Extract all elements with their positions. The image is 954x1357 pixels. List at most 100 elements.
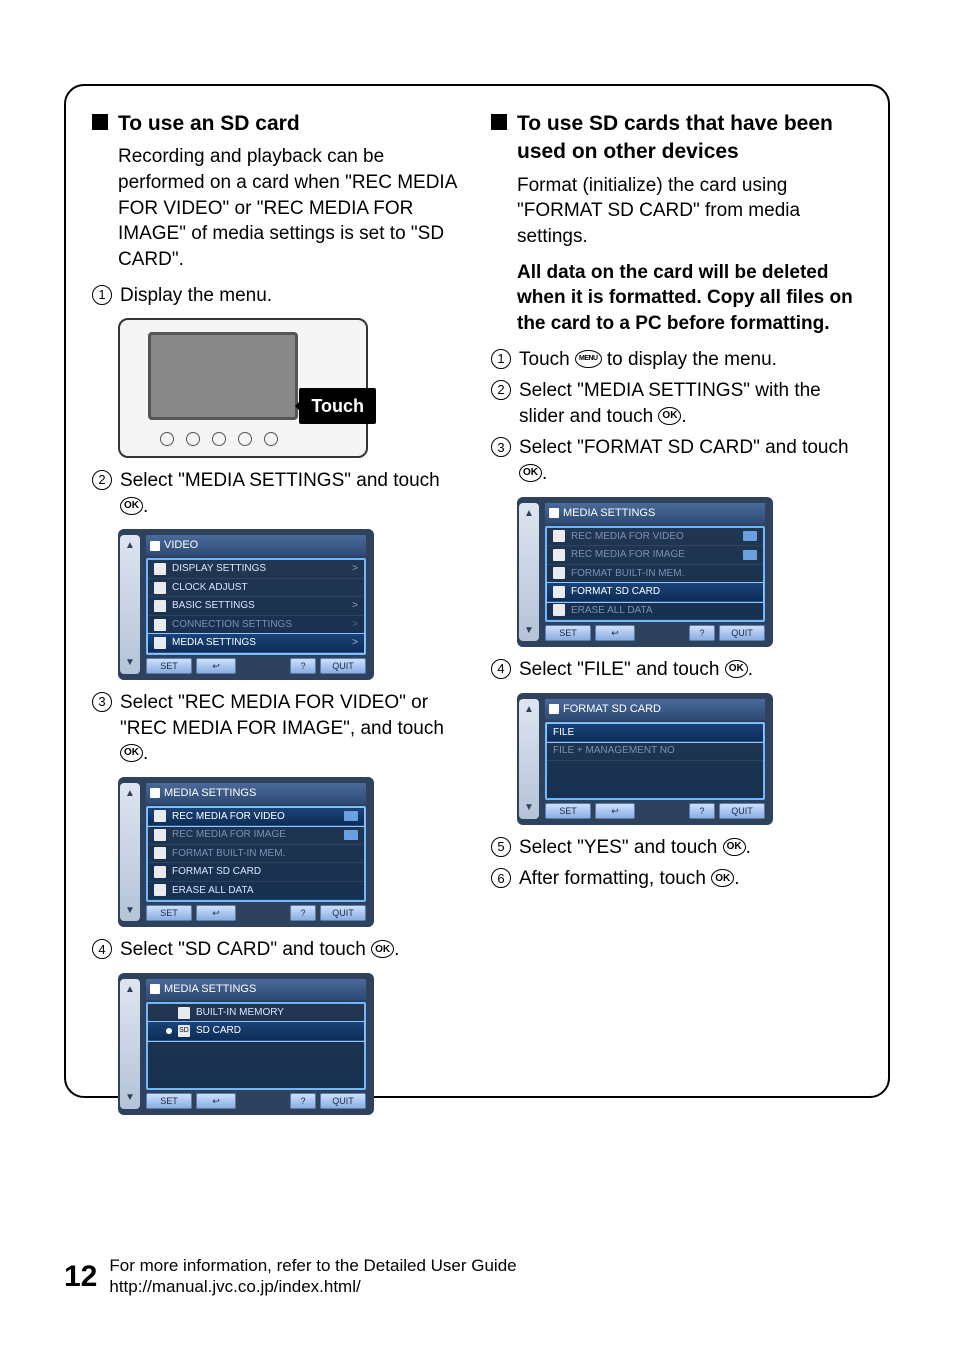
ok-icon: OK [711,869,734,887]
row-icon [154,619,166,631]
menu-item[interactable]: DISPLAY SETTINGS> [148,560,364,579]
menu-item[interactable]: FORMAT BUILT-IN MEM. [547,565,763,584]
menu-figure-r2: ▲▼ FORMAT SD CARD FILE FILE + MANAGEMENT… [517,693,862,825]
menu-screen[interactable]: ▲▼ VIDEO DISPLAY SETTINGS> CLOCK ADJUST … [118,529,374,679]
step-number-icon: 2 [92,470,112,490]
row-icon [553,586,565,598]
quit-button[interactable]: QUIT [719,803,765,819]
quit-button[interactable]: QUIT [320,905,366,921]
menu-item[interactable]: BASIC SETTINGS> [148,597,364,616]
row-icon [154,600,166,612]
step-number-icon: 1 [92,285,112,305]
menu-footer: SET ↩ ? QUIT [146,905,366,921]
menu-item[interactable]: ERASE ALL DATA [148,882,364,901]
down-arrow-icon: ▼ [524,801,534,815]
menu-item-selected[interactable]: SDSD CARD [148,1022,364,1041]
row-icon [154,810,166,822]
step-1-left: 1 Display the menu. [92,283,463,309]
step-3-left: 3 Select "REC MEDIA FOR VIDEO" or "REC M… [92,690,463,767]
menu-item-selected[interactable]: MEDIA SETTINGS> [148,634,364,653]
down-arrow-icon: ▼ [125,656,135,670]
quit-button[interactable]: QUIT [320,658,366,674]
step-number-icon: 1 [491,349,511,369]
menu-scrollbar[interactable]: ▲▼ [519,699,539,819]
page-footer: 12 For more information, refer to the De… [64,1255,517,1298]
ok-icon: OK [725,660,748,678]
menu-figure-1: ▲▼ VIDEO DISPLAY SETTINGS> CLOCK ADJUST … [118,529,463,679]
page-number: 12 [64,1257,97,1298]
menu-scrollbar[interactable]: ▲▼ [120,979,140,1109]
menu-screen[interactable]: ▲▼ MEDIA SETTINGS BUILT-IN MEMORY SDSD C… [118,973,374,1115]
set-button[interactable]: SET [146,1093,192,1109]
back-button[interactable]: ↩ [595,625,635,641]
set-button[interactable]: SET [146,905,192,921]
menu-body: MEDIA SETTINGS REC MEDIA FOR VIDEO REC M… [543,501,769,643]
menu-item[interactable]: CLOCK ADJUST [148,579,364,598]
quit-button[interactable]: QUIT [320,1093,366,1109]
heading-text: To use SD cards that have been used on o… [517,110,862,167]
step-text: After formatting, touch OK. [519,866,739,892]
touch-callout: Touch [299,388,376,424]
back-button[interactable]: ↩ [196,1093,236,1109]
step-1-right: 1 Touch MENU to display the menu. [491,347,862,373]
back-button[interactable]: ↩ [595,803,635,819]
right-column: To use SD cards that have been used on o… [491,110,862,1125]
menu-item[interactable]: FORMAT SD CARD [148,863,364,882]
help-button[interactable]: ? [689,625,715,641]
menu-item[interactable]: CONNECTION SETTINGS> [148,616,364,635]
row-icon [553,530,565,542]
back-button[interactable]: ↩ [196,658,236,674]
set-button[interactable]: SET [545,625,591,641]
menu-list: DISPLAY SETTINGS> CLOCK ADJUST BASIC SET… [146,558,366,655]
sd-icon: SD [178,1025,190,1037]
warning-text: All data on the card will be deleted whe… [517,260,862,337]
up-arrow-icon: ▲ [125,539,135,553]
ok-icon: OK [120,744,143,762]
help-button[interactable]: ? [290,658,316,674]
step-text: Select "MEDIA SETTINGS" and touch OK. [120,468,463,519]
memory-icon [344,830,358,840]
menu-item-selected[interactable]: FILE [547,724,763,743]
help-button[interactable]: ? [290,905,316,921]
menu-scrollbar[interactable]: ▲▼ [120,535,140,673]
step-number-icon: 4 [491,659,511,679]
row-icon [553,549,565,561]
set-button[interactable]: SET [545,803,591,819]
help-button[interactable]: ? [689,803,715,819]
set-button[interactable]: SET [146,658,192,674]
menu-screen[interactable]: ▲▼ MEDIA SETTINGS REC MEDIA FOR VIDEO RE… [118,777,374,927]
back-button[interactable]: ↩ [196,905,236,921]
menu-item-selected[interactable]: FORMAT SD CARD [547,583,763,602]
camera-illustration: Touch [118,318,368,458]
menu-item[interactable]: REC MEDIA FOR IMAGE [547,546,763,565]
row-icon [553,567,565,579]
row-icon [154,582,166,594]
menu-screen[interactable]: ▲▼ MEDIA SETTINGS REC MEDIA FOR VIDEO RE… [517,497,773,647]
ok-icon: OK [519,464,542,482]
help-button[interactable]: ? [290,1093,316,1109]
menu-item-selected[interactable]: REC MEDIA FOR VIDEO [148,808,364,827]
menu-screen[interactable]: ▲▼ FORMAT SD CARD FILE FILE + MANAGEMENT… [517,693,773,825]
menu-item[interactable]: BUILT-IN MEMORY [148,1004,364,1023]
menu-scrollbar[interactable]: ▲▼ [519,503,539,641]
quit-button[interactable]: QUIT [719,625,765,641]
page-frame: To use an SD card Recording and playback… [64,84,890,1098]
step-4-right: 4 Select "FILE" and touch OK. [491,657,862,683]
menu-item[interactable]: FORMAT BUILT-IN MEM. [148,845,364,864]
step-3-right: 3 Select "FORMAT SD CARD" and touch OK. [491,435,862,486]
menu-button-icon: MENU [575,350,602,368]
menu-item[interactable]: REC MEDIA FOR VIDEO [547,528,763,547]
menu-figure-r1: ▲▼ MEDIA SETTINGS REC MEDIA FOR VIDEO RE… [517,497,862,647]
square-bullet-icon [92,114,108,130]
menu-scrollbar[interactable]: ▲▼ [120,783,140,921]
menu-item[interactable]: FILE + MANAGEMENT NO [547,742,763,761]
footer-line1: For more information, refer to the Detai… [109,1255,516,1276]
menu-body: FORMAT SD CARD FILE FILE + MANAGEMENT NO… [543,697,769,821]
up-arrow-icon: ▲ [524,703,534,717]
menu-item[interactable]: REC MEDIA FOR IMAGE [148,826,364,845]
memory-icon [178,1007,190,1019]
menu-item[interactable]: ERASE ALL DATA [547,602,763,621]
dot-icon [166,1028,172,1034]
row-icon [553,604,565,616]
intro-text-right: Format (initialize) the card using "FORM… [517,173,862,250]
